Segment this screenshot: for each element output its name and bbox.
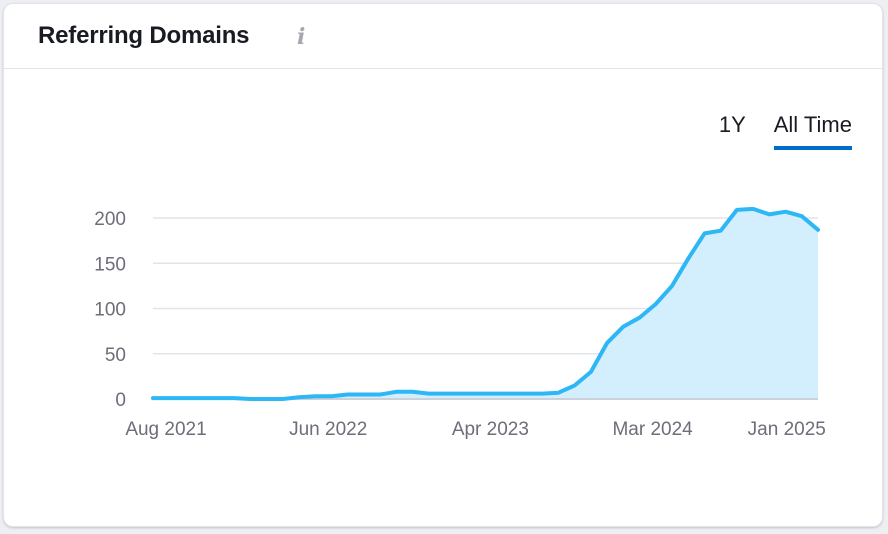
x-tick-label: Jan 2025 [748, 419, 826, 440]
y-tick-label: 200 [94, 209, 126, 230]
x-tick-label: Mar 2024 [612, 419, 693, 440]
x-tick-label: Apr 2023 [452, 419, 529, 440]
y-tick-label: 50 [105, 345, 126, 366]
y-tick-label: 0 [115, 390, 126, 411]
y-tick-label: 100 [94, 300, 126, 321]
x-tick-label: Aug 2021 [125, 419, 206, 440]
area-fill [153, 208, 818, 399]
y-tick-label: 150 [94, 254, 126, 275]
x-tick-label: Jun 2022 [289, 419, 367, 440]
referring-domains-chart: 0 50 100 150 200 Aug 2021 Jun 2022 Apr 2023 Mar … [94, 206, 826, 440]
